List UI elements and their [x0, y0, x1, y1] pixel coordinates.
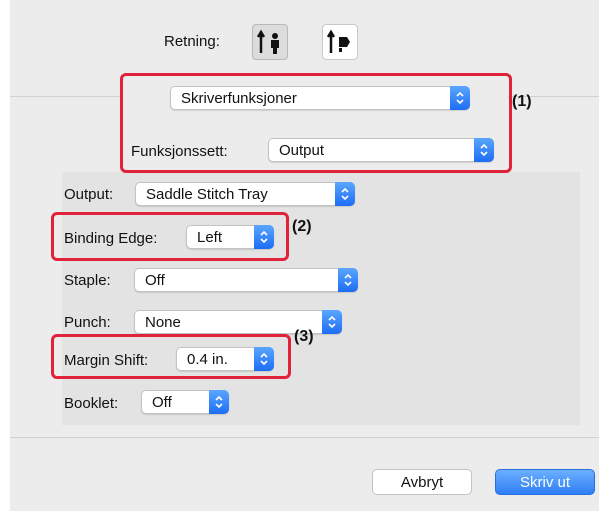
cancel-button[interactable]: Avbryt: [372, 469, 472, 495]
chevron-updown-icon: [335, 182, 355, 206]
portrait-orientation-icon: [256, 29, 279, 54]
landscape-orientation-button[interactable]: [322, 24, 358, 60]
output-options-panel: [62, 172, 580, 425]
booklet-select[interactable]: Off: [141, 390, 229, 414]
separator: [10, 437, 599, 438]
highlight-box-3: [51, 334, 291, 379]
chevron-updown-icon: [322, 310, 342, 334]
landscape-orientation-icon: [326, 29, 350, 53]
output-select[interactable]: Saddle Stitch Tray: [135, 182, 355, 206]
booklet-value: Off: [152, 394, 172, 411]
print-dialog: Retning: Skriverfunksjoner Funksjonssett…: [10, 0, 599, 511]
staple-value: Off: [145, 272, 165, 289]
callout-1: (1): [512, 93, 532, 110]
separator: [10, 96, 122, 97]
punch-label: Punch:: [64, 314, 111, 331]
callout-2: (2): [292, 218, 312, 235]
staple-select[interactable]: Off: [134, 268, 358, 292]
chevron-updown-icon: [209, 390, 229, 414]
print-button[interactable]: Skriv ut: [495, 469, 595, 495]
portrait-orientation-button[interactable]: [252, 24, 288, 60]
callout-3: (3): [294, 328, 314, 345]
booklet-label: Booklet:: [64, 395, 119, 412]
output-label: Output:: [64, 186, 114, 203]
punch-value: None: [145, 314, 181, 331]
orientation-label: Retning:: [164, 33, 220, 50]
staple-label: Staple:: [64, 272, 111, 289]
highlight-box-1: [120, 73, 512, 173]
highlight-box-2: [51, 212, 289, 261]
output-value: Saddle Stitch Tray: [146, 186, 268, 203]
chevron-updown-icon: [338, 268, 358, 292]
